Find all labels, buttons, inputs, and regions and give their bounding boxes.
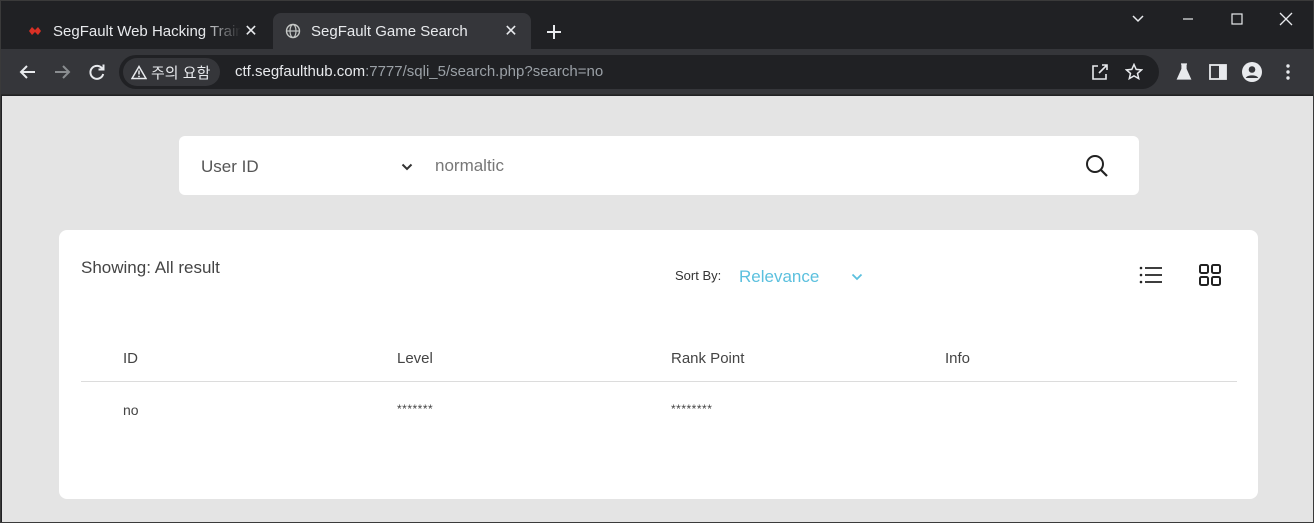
browser-toolbar: 주의 요함 ctf.segfaulthub.com:7777/sqli_5/se… — [1, 49, 1313, 95]
page-content: User ID Showing: All result Sort By: Rel… — [2, 96, 1313, 522]
tab-title: SegFault Web Hacking Training — [53, 22, 241, 40]
security-indicator[interactable]: 주의 요함 — [123, 58, 221, 86]
bookmark-star-icon[interactable] — [1121, 59, 1147, 85]
share-icon[interactable] — [1087, 59, 1113, 85]
tab-segfault-training[interactable]: SegFault Web Hacking Training ✕ — [15, 13, 271, 49]
column-header-level: Level — [397, 350, 433, 367]
tab-segfault-game-search[interactable]: SegFault Game Search ✕ — [273, 13, 531, 49]
close-icon[interactable]: ✕ — [241, 21, 261, 41]
table-divider — [81, 381, 1237, 382]
grid-view-icon[interactable] — [1199, 264, 1221, 286]
tab-search-chevron-icon[interactable] — [1123, 7, 1153, 31]
results-panel: Showing: All result Sort By: Relevance I… — [59, 230, 1258, 499]
side-panel-icon[interactable] — [1205, 59, 1231, 85]
results-summary: Showing: All result — [81, 258, 220, 277]
back-arrow-icon[interactable] — [15, 59, 41, 85]
close-window-icon[interactable] — [1271, 7, 1301, 31]
tab-title: SegFault Game Search — [311, 22, 468, 40]
segfault-logo-icon — [27, 23, 43, 39]
url-host: ctf.segfaulthub.com — [235, 63, 366, 80]
profile-avatar-icon[interactable] — [1239, 59, 1265, 85]
url-text[interactable]: ctf.segfaulthub.com:7777/sqli_5/search.p… — [235, 63, 603, 80]
forward-arrow-icon[interactable] — [49, 59, 75, 85]
column-header-id: ID — [123, 350, 138, 367]
close-icon[interactable]: ✕ — [501, 21, 521, 41]
warning-icon — [131, 64, 147, 79]
menu-kebab-icon[interactable] — [1275, 59, 1301, 85]
minimize-icon[interactable] — [1173, 7, 1203, 31]
chevron-down-icon[interactable] — [401, 158, 413, 176]
new-tab-button[interactable] — [541, 19, 567, 45]
search-icon[interactable] — [1085, 154, 1111, 180]
sort-by-label: Sort By: — [675, 268, 722, 283]
cell-id: no — [123, 402, 139, 418]
search-input[interactable] — [435, 153, 1075, 179]
search-bar: User ID — [179, 136, 1139, 195]
column-header-info: Info — [945, 350, 971, 367]
browser-window: SegFault Web Hacking Training ✕ SegFault… — [0, 0, 1314, 523]
globe-icon — [285, 23, 301, 39]
lab-flask-icon[interactable] — [1171, 59, 1197, 85]
cell-rank-point: ******** — [671, 402, 713, 416]
url-path: :7777/sqli_5/search.php?search=no — [365, 63, 604, 80]
reload-icon[interactable] — [84, 59, 110, 85]
chevron-down-icon[interactable] — [851, 268, 863, 286]
search-field-select[interactable]: User ID — [201, 157, 259, 177]
cell-level: ******* — [397, 402, 434, 416]
maximize-icon[interactable] — [1222, 7, 1252, 31]
tab-strip: SegFault Web Hacking Training ✕ SegFault… — [1, 1, 1313, 49]
list-view-icon[interactable] — [1139, 265, 1163, 285]
address-bar[interactable]: 주의 요함 ctf.segfaulthub.com:7777/sqli_5/se… — [119, 55, 1159, 89]
column-header-rank-point: Rank Point — [671, 350, 745, 367]
sort-by-select[interactable]: Relevance — [739, 267, 819, 287]
security-label: 주의 요함 — [151, 64, 211, 82]
